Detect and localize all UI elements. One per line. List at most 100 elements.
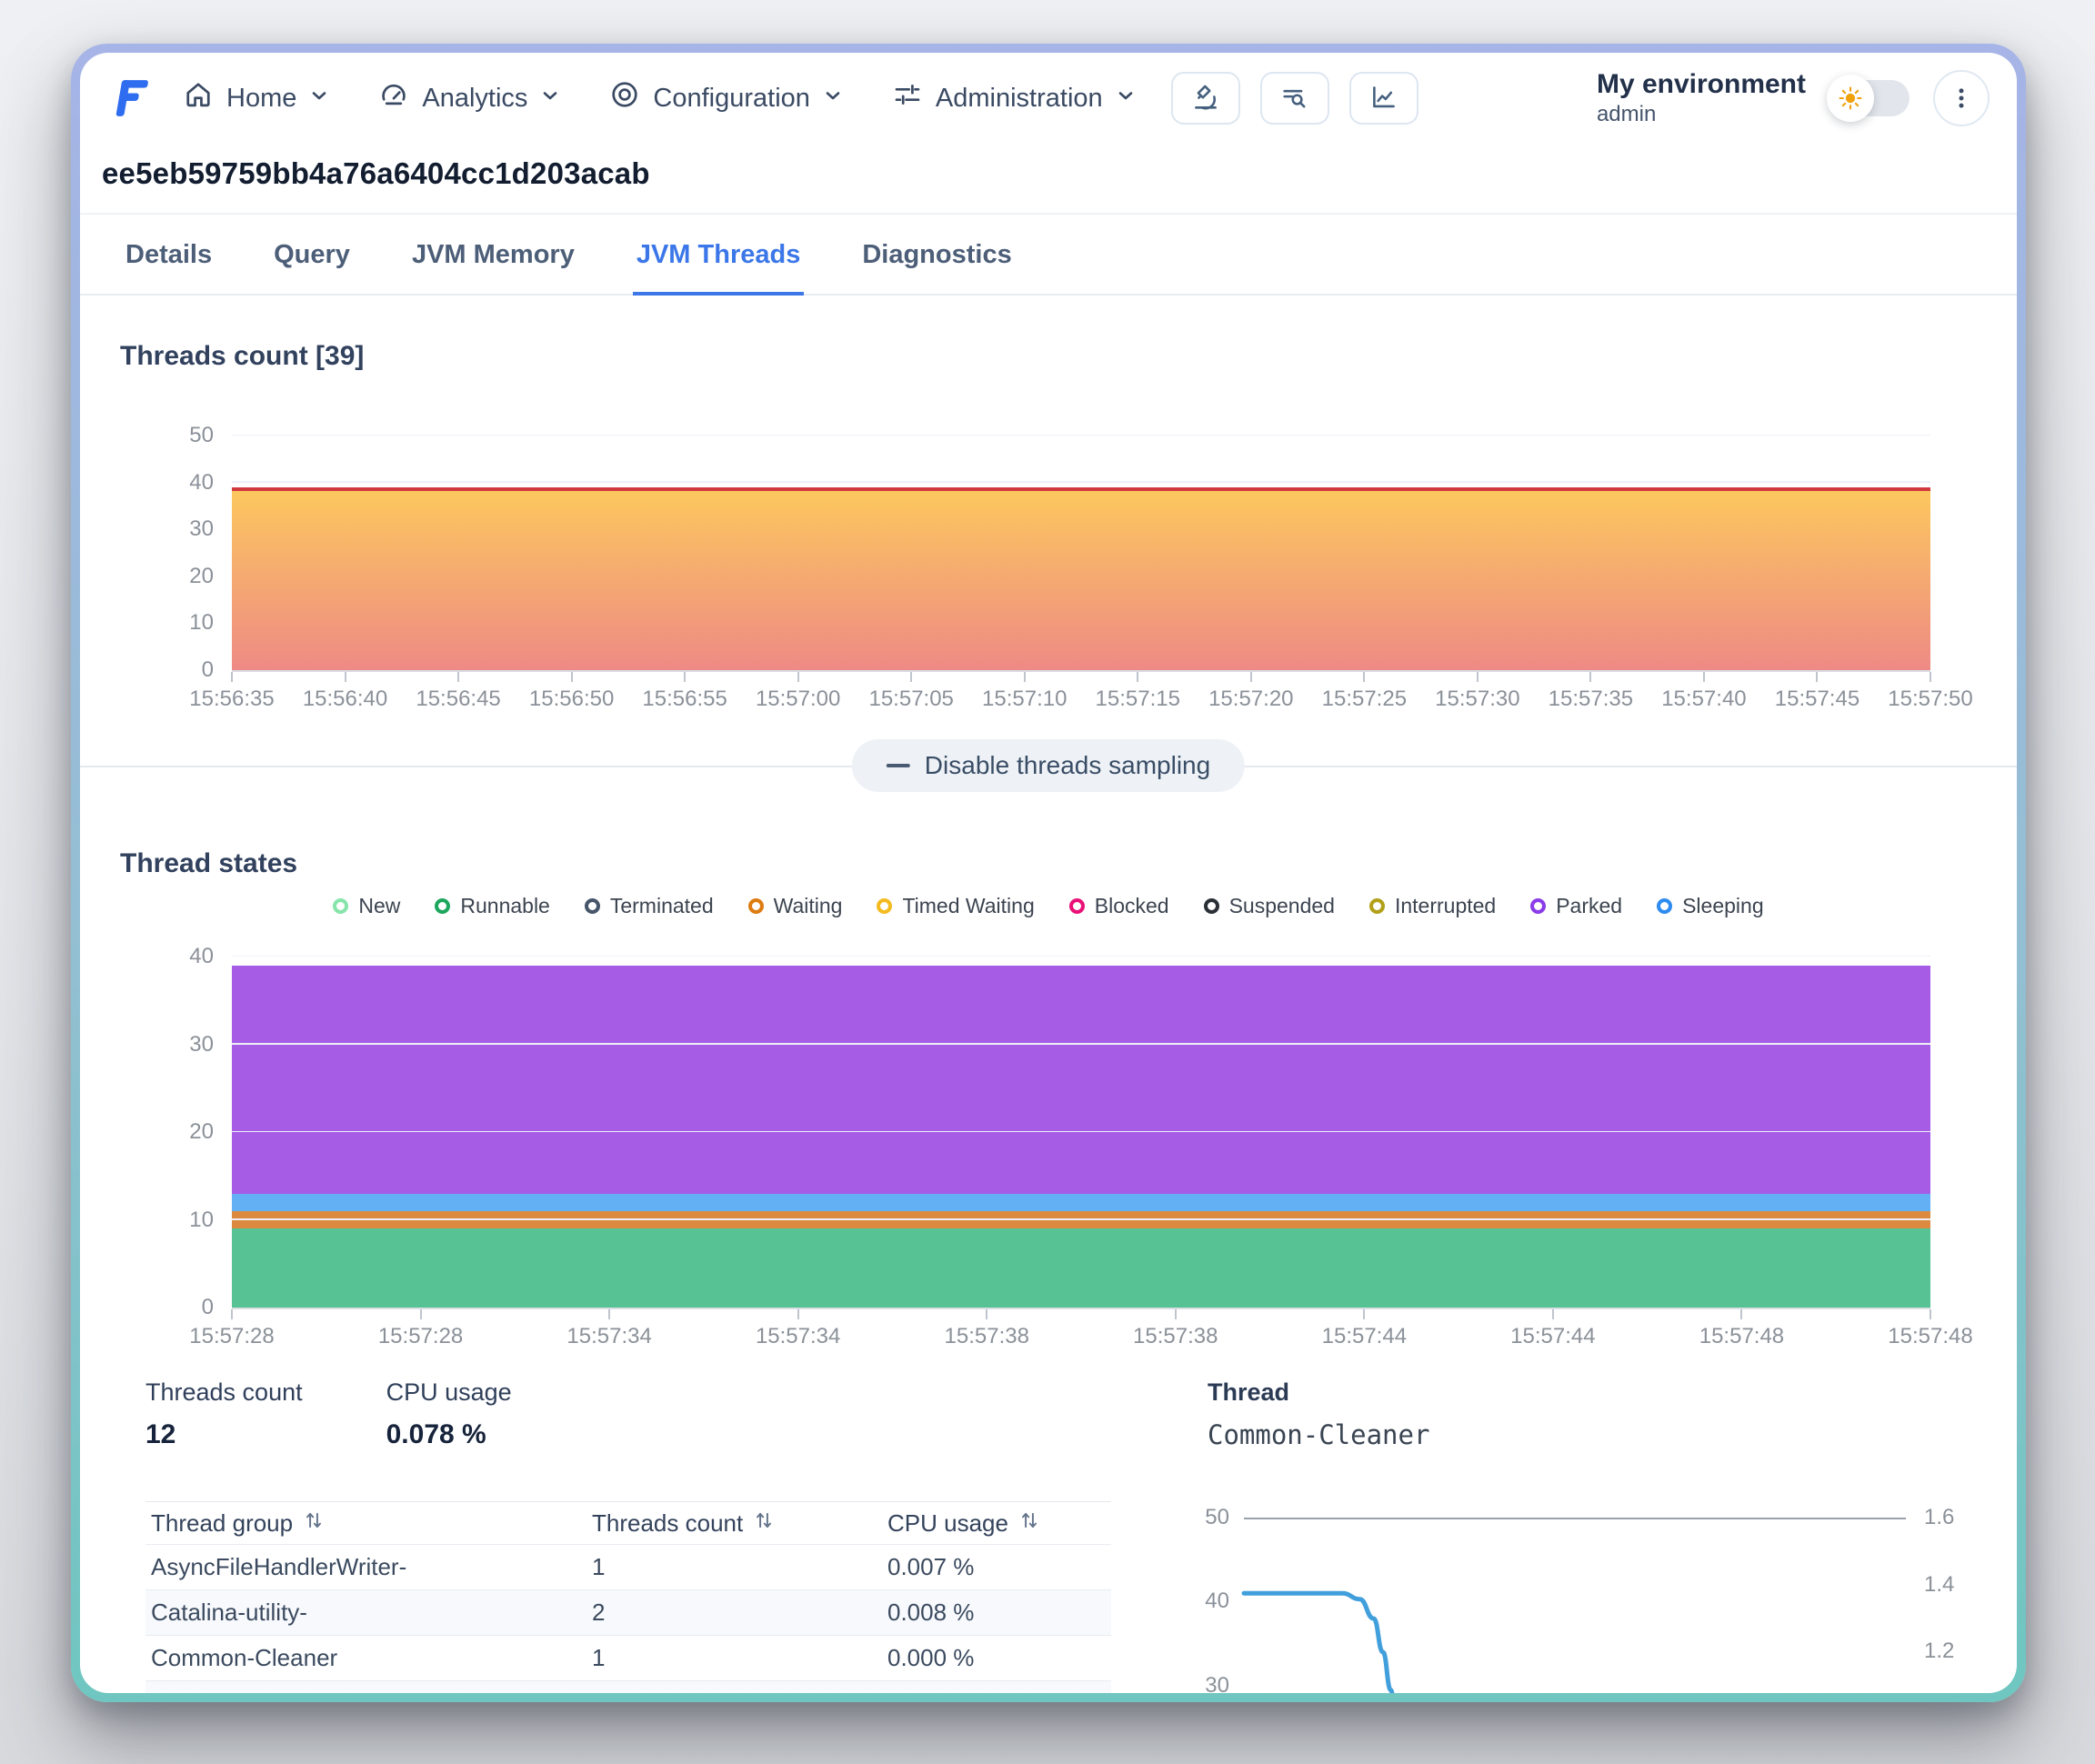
x-axis-tick (684, 672, 686, 682)
column-header-cpu-usage[interactable]: CPU usage (887, 1508, 1111, 1538)
threads-count-cell: 1 (592, 1553, 887, 1581)
x-axis-tick (910, 672, 912, 682)
legend-ring-icon (585, 898, 600, 914)
tab-diagnostics[interactable]: Diagnostics (858, 215, 1015, 296)
threads-count-area (232, 487, 1930, 670)
cpu-usage-stat-label: CPU usage (386, 1378, 512, 1407)
nav-item-administration[interactable]: Administration (891, 78, 1137, 118)
state-band-runnable (232, 1228, 1930, 1308)
table-row[interactable]: Catalina-utility-20.008 % (145, 1590, 1111, 1636)
nav-item-label: Analytics (422, 84, 527, 114)
threads-count-cell: 2 (592, 1599, 887, 1627)
disable-threads-sampling-button[interactable]: Disable threads sampling (852, 739, 1245, 792)
sort-icon[interactable] (1017, 1508, 1041, 1538)
thread-detail-name: Common-Cleaner (1208, 1419, 1990, 1450)
y-axis-left-label: 40 (1205, 1589, 1229, 1614)
nav-item-configuration[interactable]: Configuration (608, 78, 844, 118)
gridline (232, 435, 1930, 436)
x-axis-label: 15:57:28 (378, 1324, 463, 1349)
x-axis-label: 15:57:34 (566, 1324, 651, 1349)
tab-query[interactable]: Query (270, 215, 354, 296)
home-icon (182, 78, 215, 118)
x-axis-label: 15:57:30 (1435, 687, 1519, 712)
sort-icon[interactable] (302, 1508, 326, 1538)
legend-item-timed-waiting[interactable]: Timed Waiting (877, 894, 1034, 918)
chevron-down-icon (822, 84, 844, 114)
nav-right-cluster: My environment admin (1597, 69, 1990, 127)
chevron-down-icon (539, 84, 561, 114)
thread-groups-panel: Threads count 12 CPU usage 0.078 % Threa… (145, 1378, 1111, 1693)
legend-item-terminated[interactable]: Terminated (585, 894, 714, 918)
thread-states-xaxis: 15:57:2815:57:2815:57:3415:57:3415:57:38… (232, 1309, 1930, 1355)
target-icon (608, 78, 641, 118)
disable-threads-sampling-label: Disable threads sampling (925, 751, 1210, 780)
y-axis-label: 20 (189, 1119, 214, 1145)
x-axis-label: 15:56:45 (416, 687, 500, 712)
legend-item-runnable[interactable]: Runnable (435, 894, 549, 918)
state-band-parked (232, 966, 1930, 1194)
legend-item-blocked[interactable]: Blocked (1069, 894, 1169, 918)
x-axis-tick (797, 672, 799, 682)
legend-label: Timed Waiting (902, 894, 1034, 918)
table-row[interactable]: AsyncFileHandlerWriter-10.007 % (145, 1545, 1111, 1590)
x-axis-tick (1024, 672, 1026, 682)
y-axis-right-label: 1.6 (1924, 1505, 1954, 1530)
thread-group-cell: Catalina-utility- (151, 1599, 592, 1627)
table-row[interactable]: Common-Cleaner10.000 % (145, 1636, 1111, 1681)
x-axis-tick (608, 1309, 610, 1319)
x-axis-tick (1740, 1309, 1742, 1319)
column-header-thread-group[interactable]: Thread group (151, 1508, 592, 1538)
legend-item-suspended[interactable]: Suspended (1204, 894, 1335, 918)
x-axis-tick (1589, 672, 1591, 682)
threads-count-stat-value: 12 (145, 1419, 303, 1450)
x-axis-label: 15:56:35 (189, 687, 274, 712)
x-axis-tick (1703, 672, 1705, 682)
thread-detail-label: Thread (1208, 1378, 1990, 1407)
legend-label: Terminated (610, 894, 714, 918)
sort-icon[interactable] (752, 1508, 776, 1538)
app-window: Home Analytics Configuration Administration… (71, 44, 2026, 1702)
environment-info: My environment admin (1597, 69, 1806, 127)
x-axis-tick (1175, 1309, 1177, 1319)
toolbar-buttons (1171, 72, 1418, 125)
legend-ring-icon (333, 898, 348, 914)
legend-item-sleeping[interactable]: Sleeping (1657, 894, 1764, 918)
cpu-usage-cell: 0.000 % (887, 1644, 1111, 1672)
legend-item-new[interactable]: New (333, 894, 400, 918)
table-row-partial[interactable] (145, 1681, 1111, 1693)
thread-detail-chart: 5040301.61.41.2 (1244, 1518, 1906, 1693)
x-axis-tick (1363, 672, 1365, 682)
tab-jvm-threads[interactable]: JVM Threads (633, 215, 805, 296)
legend-item-parked[interactable]: Parked (1530, 894, 1622, 918)
chevron-down-icon (308, 84, 330, 114)
gauge-icon (377, 78, 410, 118)
x-axis-label: 15:57:28 (189, 1324, 274, 1349)
tool-button-metrics[interactable] (1349, 72, 1418, 125)
y-axis-right-label: 1.2 (1924, 1639, 1954, 1664)
legend-ring-icon (1530, 898, 1546, 914)
tab-jvm-memory[interactable]: JVM Memory (408, 215, 578, 296)
page-title: ee5eb59759bb4a76a6404cc1d203acab (80, 144, 2017, 213)
y-axis-label: 40 (189, 470, 214, 496)
x-axis-tick (231, 672, 233, 682)
kebab-menu-button[interactable] (1933, 70, 1990, 126)
app-logo[interactable] (104, 75, 151, 122)
theme-toggle[interactable] (1829, 80, 1910, 116)
top-navbar: Home Analytics Configuration Administration… (80, 53, 2017, 144)
tab-details[interactable]: Details (122, 215, 216, 296)
column-header-threads-count[interactable]: Threads count (592, 1508, 887, 1538)
legend-item-interrupted[interactable]: Interrupted (1369, 894, 1496, 918)
bottom-section: Threads count 12 CPU usage 0.078 % Threa… (80, 1378, 2017, 1693)
legend-item-waiting[interactable]: Waiting (748, 894, 843, 918)
table-header-row: Thread groupThreads countCPU usage (145, 1501, 1111, 1545)
x-axis-label: 15:56:55 (642, 687, 727, 712)
nav-item-home[interactable]: Home (182, 78, 330, 118)
tool-button-microscope[interactable] (1171, 72, 1240, 125)
tool-button-log-search[interactable] (1260, 72, 1329, 125)
nav-item-analytics[interactable]: Analytics (377, 78, 561, 118)
legend-ring-icon (1204, 898, 1219, 914)
x-axis-label: 15:57:44 (1322, 1324, 1407, 1349)
legend-ring-icon (1069, 898, 1085, 914)
dash-icon (887, 764, 910, 767)
cpu-usage-cell: 0.008 % (887, 1599, 1111, 1627)
